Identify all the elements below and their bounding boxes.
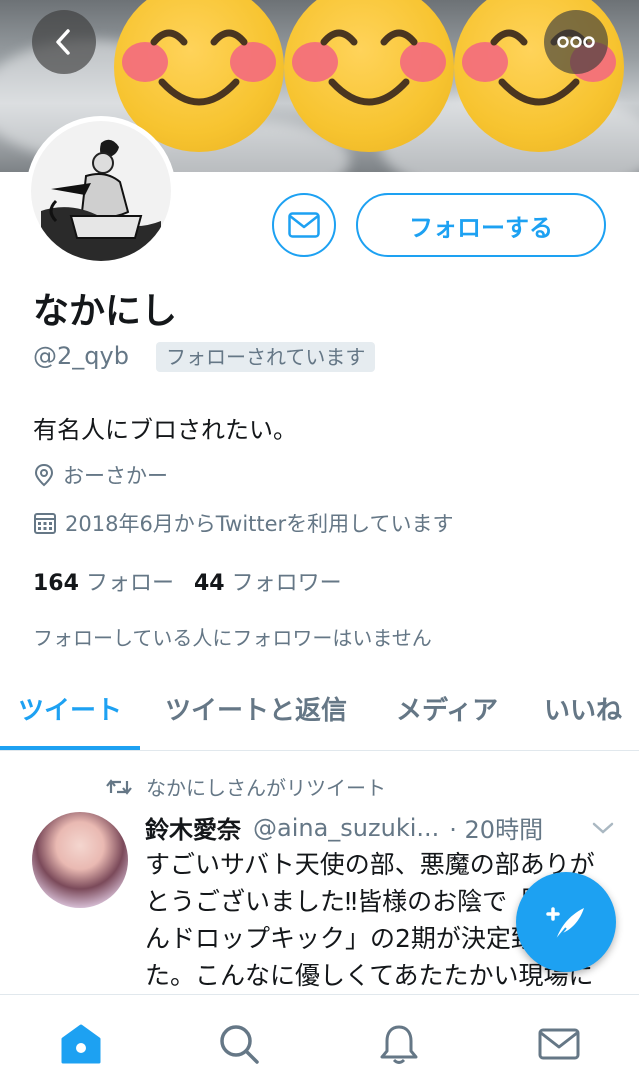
profile-name: なかにし [33, 291, 178, 332]
profile-tabs: ツイート ツイートと返信 メディア いいね [0, 660, 639, 751]
notifications-icon [380, 1025, 418, 1064]
location-pin-icon [34, 463, 54, 487]
retweet-context-text: なかにしさんがリツイート [146, 776, 386, 800]
tweet-header: 鈴木愛奈 @aina_suzuki... · 20時間 [145, 810, 615, 845]
nav-messages[interactable] [534, 1019, 584, 1069]
active-tab-indicator [0, 746, 140, 750]
profile-joined: 2018年6月からTwitterを利用しています [33, 508, 454, 538]
avatar-illustration [31, 121, 171, 261]
following-link[interactable]: 164 フォロー [33, 571, 174, 596]
follow-button[interactable]: フォローする [356, 193, 606, 257]
location-text: おーさかー [63, 464, 168, 488]
tab-tweets[interactable]: ツイート [18, 690, 122, 727]
nav-notifications[interactable] [374, 1019, 424, 1069]
message-button[interactable] [272, 193, 336, 257]
compose-tweet-button[interactable] [516, 872, 616, 972]
retweet-icon [106, 778, 132, 795]
messages-icon [538, 1028, 580, 1060]
back-button[interactable] [32, 10, 96, 74]
home-icon [61, 1024, 101, 1064]
tweet-author-handle: @aina_suzuki... [253, 813, 440, 842]
tab-media[interactable]: メディア [396, 690, 498, 727]
calendar-icon [34, 513, 56, 534]
chevron-left-icon [56, 29, 70, 55]
joined-text: 2018年6月からTwitterを利用しています [65, 512, 454, 536]
tab-likes[interactable]: いいね [544, 690, 622, 727]
follows-you-badge: フォローされています [156, 342, 376, 372]
profile-location: おーさかー [33, 460, 168, 490]
compose-feather-icon [546, 907, 584, 941]
tab-tweets-replies[interactable]: ツイートと返信 [165, 690, 347, 727]
following-label: フォロー [85, 571, 174, 596]
tweet-author-avatar[interactable] [32, 812, 128, 908]
bottom-tab-bar [0, 994, 639, 1092]
more-horizontal-icon [557, 36, 595, 48]
smiley-emoji-2 [284, 0, 454, 152]
profile-avatar[interactable] [26, 116, 176, 266]
chevron-down-icon[interactable] [591, 821, 615, 835]
search-icon [220, 1025, 259, 1064]
followers-count: 44 [193, 571, 225, 596]
nav-home[interactable] [56, 1019, 106, 1069]
profile-handle: @2_qyb [33, 342, 129, 370]
profile-stats: 164 フォロー 44 フォロワー [33, 565, 342, 597]
tweet-timestamp: · 20時間 [449, 816, 544, 844]
more-options-button[interactable] [544, 10, 608, 74]
following-count: 164 [33, 571, 79, 596]
profile-bio: 有名人にブロされたい。 [33, 416, 297, 444]
tweet-author-name[interactable]: 鈴木愛奈 [145, 810, 241, 845]
followers-link[interactable]: 44 フォロワー [194, 571, 342, 596]
followers-label: フォロワー [231, 571, 342, 596]
mutual-followers-note: フォローしている人にフォロワーはいません [33, 626, 432, 650]
envelope-icon [288, 212, 320, 238]
nav-search[interactable] [214, 1019, 264, 1069]
retweet-context: なかにしさんがリツイート [106, 772, 386, 801]
